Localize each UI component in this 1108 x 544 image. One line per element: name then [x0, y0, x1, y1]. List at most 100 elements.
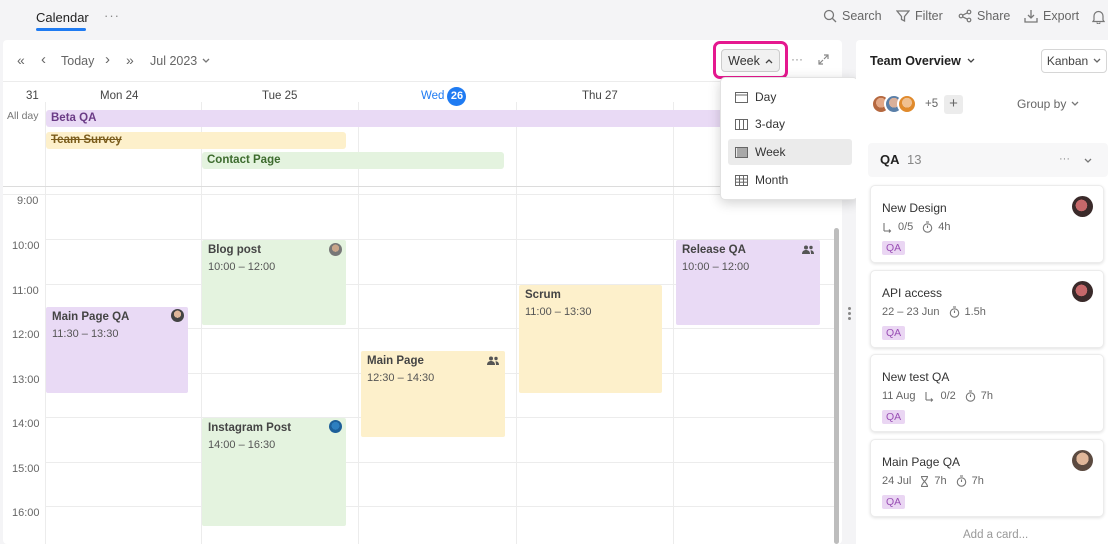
menu-item-month[interactable]: Month: [728, 167, 852, 193]
filter-button[interactable]: Filter: [896, 9, 943, 23]
expand-icon: [818, 54, 829, 65]
card-title: New Design: [882, 201, 947, 215]
more-icon[interactable]: ···: [104, 8, 120, 23]
add-member-button[interactable]: +: [944, 95, 963, 114]
more-members-count[interactable]: +5: [925, 98, 938, 110]
time-estimate: 1.5h: [964, 306, 986, 318]
allday-event[interactable]: Team Survey: [46, 132, 346, 149]
kanban-card[interactable]: New test QA 11 Aug 0/2 7h QA: [870, 354, 1104, 432]
allday-divider: [3, 186, 834, 187]
card-tag: QA: [882, 326, 906, 340]
calendar-event[interactable]: Main Page 12:30 – 14:30: [361, 351, 505, 437]
view-menu: Day 3-day Week Month: [720, 77, 858, 200]
team-overview-panel: Team Overview Kanban +5 + Group by QA 13…: [856, 40, 1108, 544]
kanban-card[interactable]: API access 22 – 23 Jun 1.5h QA: [870, 270, 1104, 348]
time-estimate: 7h: [971, 475, 984, 487]
filter-label: Filter: [915, 9, 943, 23]
timer-icon: [956, 475, 966, 487]
today-badge: 26: [447, 87, 467, 106]
allday-label: All day: [7, 110, 39, 122]
search-button[interactable]: Search: [823, 9, 882, 23]
month-selector[interactable]: Jul 2023: [150, 54, 210, 68]
calendar-event[interactable]: Release QA 10:00 – 12:00: [676, 240, 820, 325]
first-button[interactable]: «: [17, 52, 25, 68]
allday-divider: [3, 194, 834, 195]
day-header-tue[interactable]: Tue 25: [262, 90, 297, 102]
group-by-select[interactable]: Group by: [1017, 97, 1079, 111]
allday-event[interactable]: Beta QA: [46, 110, 726, 127]
group-count: 13: [907, 152, 922, 167]
last-button[interactable]: »: [126, 52, 134, 68]
allday-event[interactable]: Contact Page: [202, 152, 504, 169]
card-meta: 24 Jul 7h 7h: [882, 475, 984, 487]
day-header-wed[interactable]: Wed 26: [421, 87, 467, 106]
expand-button[interactable]: [818, 54, 829, 65]
export-icon: [1024, 10, 1038, 23]
bell-icon: [1092, 10, 1105, 24]
users-icon: [487, 356, 499, 365]
time-label: 13:00: [12, 374, 40, 386]
card-dates: 11 Aug: [882, 390, 916, 402]
time-label: 14:00: [12, 418, 40, 430]
card-tag: QA: [882, 495, 906, 509]
timer-icon: [965, 390, 975, 402]
prev-button[interactable]: ‹: [41, 51, 46, 68]
time-label: 9:00: [17, 195, 39, 207]
avatar: [329, 243, 342, 256]
chevron-down-icon: [202, 58, 210, 63]
kanban-card[interactable]: New Design 0/5 4h QA: [870, 185, 1104, 263]
event-title: Scrum: [525, 289, 561, 301]
chevron-down-icon: [1071, 101, 1079, 106]
event-time: 10:00 – 12:00: [208, 261, 276, 273]
calendar-event[interactable]: Scrum 11:00 – 13:30: [519, 285, 662, 393]
month-view-icon: [735, 174, 748, 186]
calendar-event[interactable]: Blog post 10:00 – 12:00: [202, 240, 346, 325]
grid-col: [673, 102, 674, 544]
share-label: Share: [977, 9, 1011, 23]
export-button[interactable]: Export: [1024, 9, 1079, 23]
calendar-panel: « ‹ Today › » Jul 2023 Week ··· 31 Mon 2…: [3, 40, 842, 544]
week-number: 31: [26, 90, 39, 102]
event-title: Instagram Post: [208, 422, 292, 434]
panel-resize-handle[interactable]: [843, 300, 855, 326]
time-label: 10:00: [12, 240, 40, 252]
calendar-more-icon[interactable]: ···: [791, 52, 803, 66]
export-label: Export: [1043, 9, 1080, 23]
avatar[interactable]: [897, 94, 917, 114]
group-more-icon[interactable]: ···: [1059, 153, 1070, 165]
avatar: [1072, 281, 1093, 302]
panel-title-dropdown[interactable]: Team Overview: [870, 54, 975, 68]
add-card-button[interactable]: Add a card...: [963, 529, 1028, 541]
menu-item-day[interactable]: Day: [728, 84, 852, 110]
avatar: [1072, 450, 1093, 471]
menu-item-3day[interactable]: 3-day: [728, 111, 852, 137]
next-button[interactable]: ›: [105, 51, 110, 68]
menu-item-label: 3-day: [755, 117, 786, 131]
card-title: New test QA: [882, 370, 950, 384]
calendar-event[interactable]: Instagram Post 14:00 – 16:30: [202, 418, 346, 526]
menu-item-label: Week: [755, 145, 786, 159]
card-tag: QA: [882, 241, 906, 255]
view-type-select[interactable]: Kanban: [1041, 49, 1107, 73]
day-view-icon: [735, 91, 748, 103]
notifications-button[interactable]: [1092, 10, 1105, 24]
day-header-mon[interactable]: Mon 24: [100, 90, 138, 102]
tab-calendar[interactable]: Calendar: [36, 10, 89, 25]
day-header-thu[interactable]: Thu 27: [582, 90, 618, 102]
calendar-event[interactable]: Main Page QA 11:30 – 13:30: [46, 307, 188, 393]
month-label: Jul 2023: [150, 54, 198, 68]
avatar: [1072, 196, 1093, 217]
event-time: 11:00 – 13:30: [525, 306, 592, 318]
today-button[interactable]: Today: [61, 54, 94, 68]
share-button[interactable]: Share: [958, 9, 1010, 23]
kanban-card[interactable]: Main Page QA 24 Jul 7h 7h QA: [870, 439, 1104, 517]
event-title: Main Page QA: [52, 311, 130, 323]
calendar-scrollbar[interactable]: [834, 228, 839, 544]
menu-item-week[interactable]: Week: [728, 139, 852, 165]
panel-title: Team Overview: [870, 54, 961, 68]
chevron-down-icon[interactable]: [1084, 158, 1092, 164]
card-title: Main Page QA: [882, 455, 961, 469]
card-meta: 0/5 4h: [882, 221, 951, 233]
search-label: Search: [842, 9, 882, 23]
group-header: QA 13 ···: [868, 143, 1108, 177]
